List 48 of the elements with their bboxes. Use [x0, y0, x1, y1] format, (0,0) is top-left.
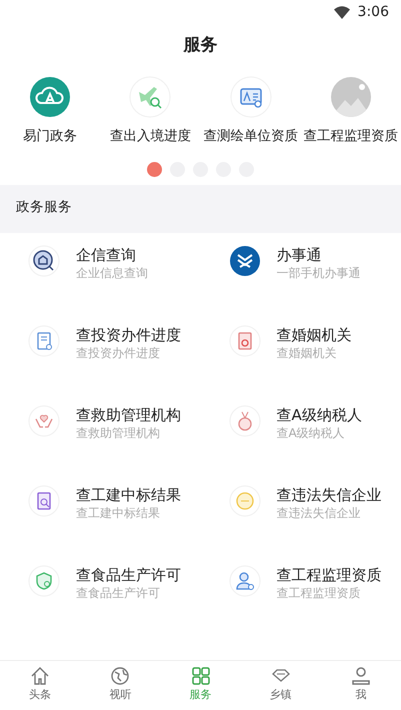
clipboard-search-icon[interactable]: [28, 485, 60, 518]
service-subtitle: 查A级纳税人: [276, 425, 346, 442]
document-icon[interactable]: [28, 325, 60, 358]
tab-bar-item[interactable]: 我: [320, 661, 401, 710]
service-subtitle: 查工建中标结果: [76, 505, 161, 522]
hands-icon[interactable]: [28, 405, 60, 438]
service-subtitle: 企业信息查询: [76, 265, 148, 282]
tab-bar-item[interactable]: 乡镇: [240, 661, 321, 710]
page-dot[interactable]: [147, 162, 162, 178]
service-name[interactable]: 查工程监理资质: [276, 565, 382, 586]
service-subtitle: 查工程监理资质: [276, 585, 362, 602]
shield-icon[interactable]: [28, 565, 60, 598]
service-name[interactable]: 查婚姻机关: [276, 325, 352, 346]
airplane-icon[interactable]: [129, 76, 172, 118]
service-name[interactable]: 查投资办件进度: [76, 325, 181, 346]
service-subtitle: 查投资办件进度: [76, 345, 161, 362]
service-subtitle: 查救助管理机构: [76, 425, 161, 442]
service-subtitle: 查违法失信企业: [276, 505, 362, 522]
service-name[interactable]: 查违法失信企业: [276, 485, 382, 506]
service-name[interactable]: 查A级纳税人: [276, 405, 362, 426]
service-name[interactable]: 办事通: [276, 245, 360, 266]
cloud-icon[interactable]: [29, 76, 72, 118]
tab-bar-item[interactable]: 头条: [0, 661, 80, 710]
chevron-badge-icon[interactable]: [228, 245, 260, 278]
tab-bar-item[interactable]: 视听: [80, 661, 160, 710]
service-subtitle: 查食品生产许可: [76, 585, 161, 602]
house-icon[interactable]: [28, 245, 60, 278]
service-name[interactable]: 企信查询: [76, 245, 148, 266]
person-icon[interactable]: [228, 565, 260, 598]
shortcut-label[interactable]: 查出入境进度: [110, 126, 191, 146]
service-name[interactable]: 查工建中标结果: [76, 485, 181, 506]
medal-icon[interactable]: [228, 405, 260, 438]
status-time: 3:06: [358, 2, 389, 22]
shortcut-label[interactable]: 查测绘单位资质: [203, 126, 298, 146]
user-icon: [350, 665, 372, 687]
service-name[interactable]: 查救助管理机构: [76, 405, 181, 426]
card-icon[interactable]: [230, 76, 272, 118]
wifi-icon: [334, 6, 350, 18]
service-name[interactable]: 查食品生产许可: [76, 565, 181, 586]
page-title: 服务: [184, 34, 218, 58]
service-subtitle: 一部手机办事通: [276, 265, 360, 282]
shortcut-label[interactable]: 查工程监理资质: [304, 126, 398, 146]
image-placeholder-icon[interactable]: [330, 76, 372, 118]
service-subtitle: 查婚姻机关: [276, 345, 338, 362]
section-title: 政务服务: [16, 199, 72, 216]
shortcut-label[interactable]: 易门政务: [23, 126, 78, 146]
globe-icon: [109, 665, 132, 687]
grid-icon: [190, 665, 212, 687]
